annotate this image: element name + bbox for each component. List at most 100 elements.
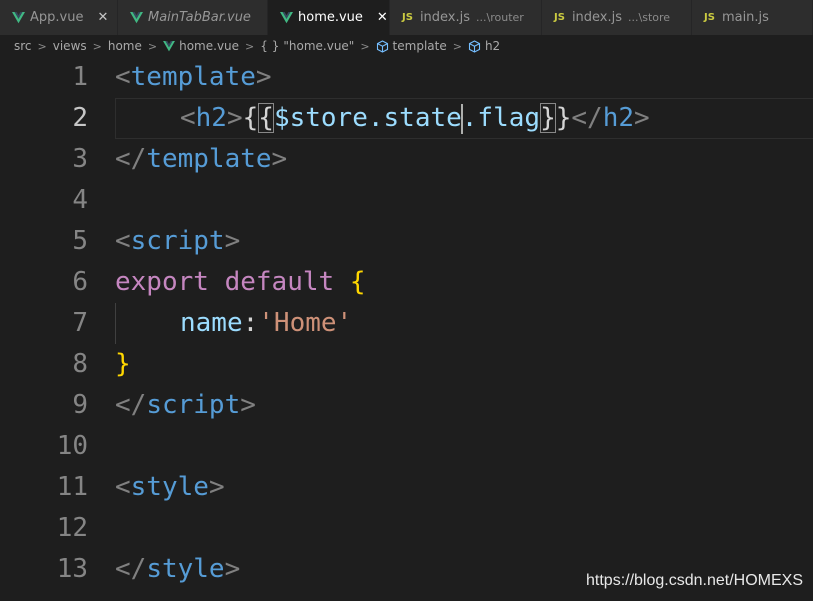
matched-brace: { [258, 103, 274, 133]
watermark: https://blog.csdn.net/HOMEXS [586, 572, 803, 589]
code-line: 4 [0, 180, 813, 221]
tab-label: MainTabBar.vue [148, 10, 251, 25]
tab-label: index.js [419, 10, 471, 25]
js-icon: JS [554, 12, 565, 23]
code-line: 5 <script> [0, 221, 813, 262]
vue-icon [130, 11, 143, 23]
code-line: 1 <template> [0, 57, 813, 98]
code-text[interactable]: </script> [115, 385, 256, 426]
line-number: 3 [72, 144, 88, 174]
breadcrumb-module-icon: { } [260, 39, 280, 53]
chevron-right-icon: > [452, 39, 462, 53]
code-text[interactable]: </style> [115, 549, 240, 590]
line-number: 4 [72, 185, 88, 215]
breadcrumb-item-template[interactable]: template [393, 39, 447, 53]
tab-app-vue[interactable]: App.vue ✕ [0, 0, 118, 35]
code-line: 12 [0, 508, 813, 549]
code-line: 3 </template> [0, 139, 813, 180]
code-text[interactable]: <template> [115, 57, 272, 98]
code-line: 11 <style> [0, 467, 813, 508]
js-icon: JS [704, 12, 715, 23]
tab-maintabbar-vue[interactable]: MainTabBar.vue [118, 0, 268, 35]
line-number: 10 [56, 431, 88, 461]
punct: < [115, 62, 131, 92]
string-literal: 'Home' [258, 308, 353, 338]
keyword: export [115, 267, 209, 297]
breadcrumb-item-h2[interactable]: h2 [485, 39, 500, 53]
breadcrumb: src > views > home > home.vue > { } "hom… [0, 35, 813, 57]
breadcrumb-item-src[interactable]: src [14, 39, 32, 53]
tag-name: template [146, 144, 272, 174]
tab-main-js[interactable]: JS main.js [692, 0, 813, 35]
code-text[interactable]: export default { [115, 262, 365, 303]
tab-path: ...\store [628, 11, 671, 24]
punct: </ [571, 103, 603, 133]
code-line-current: 2 <h2>{{$store.state.flag}}</h2> [0, 98, 813, 139]
line-number: 9 [72, 390, 88, 420]
brace: } [115, 349, 131, 379]
breadcrumb-item-views[interactable]: views [53, 39, 87, 53]
vue-icon [12, 11, 25, 23]
code-editor[interactable]: 1 <template> 2 <h2>{{$store.state.flag}}… [0, 57, 813, 601]
line-number: 13 [56, 554, 88, 584]
cube-icon [468, 39, 480, 53]
tag-name: script [130, 226, 225, 256]
line-number: 6 [72, 267, 88, 297]
tab-label: home.vue [298, 10, 363, 25]
tag-name: template [130, 62, 256, 92]
breadcrumb-item-file[interactable]: home.vue [179, 39, 239, 53]
indent-guide [115, 303, 116, 344]
tag-name: h2 [195, 103, 227, 133]
line-number: 1 [72, 62, 88, 92]
punct: : [242, 308, 259, 338]
cube-icon [376, 39, 388, 53]
code-text[interactable]: <script> [115, 221, 240, 262]
code-text[interactable]: } [115, 344, 131, 385]
punct: </ [115, 390, 147, 420]
code-text[interactable]: name:'Home' [180, 303, 352, 344]
punct: > [634, 103, 650, 133]
tag-name: style [146, 554, 225, 584]
punct: > [224, 226, 241, 256]
tag-name: style [130, 472, 209, 502]
close-icon[interactable]: ✕ [377, 10, 388, 25]
line-number: 2 [72, 103, 88, 133]
punct: > [271, 144, 288, 174]
expression: $store.state [273, 103, 462, 133]
breadcrumb-item-module[interactable]: "home.vue" [283, 39, 354, 53]
line-number: 5 [72, 226, 88, 256]
chevron-right-icon: > [37, 39, 47, 53]
tab-label: main.js [721, 10, 769, 25]
punct: > [255, 62, 272, 92]
punct: > [208, 472, 225, 502]
keyword: default [224, 267, 335, 297]
code-text[interactable]: <h2>{{$store.state.flag}}</h2> [180, 98, 650, 139]
punct: < [180, 103, 196, 133]
close-icon[interactable]: ✕ [97, 10, 108, 25]
tab-label: index.js [571, 10, 623, 25]
breadcrumb-item-home[interactable]: home [108, 39, 142, 53]
tag-name: script [146, 390, 241, 420]
tab-label: App.vue [30, 10, 84, 25]
code-text[interactable]: <style> [115, 467, 225, 508]
code-line: 8 } [0, 344, 813, 385]
brace: } [555, 103, 572, 133]
matched-brace: } [540, 103, 556, 133]
indent-guide [115, 98, 116, 139]
editor-tab-bar: App.vue ✕ MainTabBar.vue home.vue ✕ JS i… [0, 0, 813, 35]
tab-index-js-store[interactable]: JS index.js ...\store [542, 0, 692, 35]
tab-home-vue[interactable]: home.vue ✕ [268, 0, 390, 35]
code-line: 10 [0, 426, 813, 467]
tab-index-js-router[interactable]: JS index.js ...\router [390, 0, 542, 35]
code-text[interactable]: </template> [115, 139, 287, 180]
chevron-right-icon: > [92, 39, 102, 53]
line-number: 7 [72, 308, 88, 338]
punct: < [115, 472, 131, 502]
property-key: name [180, 308, 243, 338]
brace: { [349, 267, 366, 297]
vue-icon [280, 11, 293, 23]
tab-path: ...\router [476, 11, 524, 24]
text-cursor [460, 103, 463, 134]
vue-icon [163, 40, 176, 51]
punct: < [115, 226, 131, 256]
